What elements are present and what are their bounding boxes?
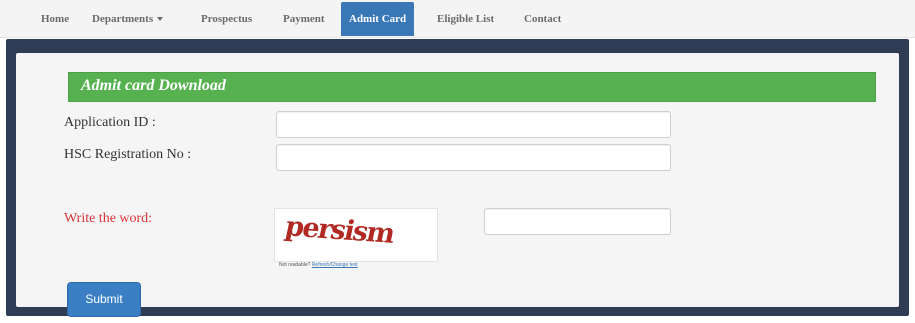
nav-item-home[interactable]: Home [41, 0, 69, 37]
nav-item-admit-card[interactable]: Admit Card [341, 2, 415, 36]
captcha-image: persism [274, 208, 438, 262]
admit-card-panel: Admit card Download Application ID : HSC… [16, 53, 899, 317]
application-id-input[interactable] [276, 111, 671, 138]
nav-item-contact[interactable]: Contact [524, 0, 561, 37]
captcha-word: persism [282, 211, 397, 250]
nav-item-eligible-list[interactable]: Eligible List [437, 0, 494, 37]
content-frame-border: Admit card Download Application ID : HSC… [6, 39, 909, 317]
panel-heading: Admit card Download [68, 72, 876, 102]
captcha-label: Write the word: [64, 211, 153, 226]
captcha-refresh-link[interactable]: Refresh/Change text [312, 262, 358, 268]
panel-title: Admit card Download [81, 77, 226, 94]
nav-item-departments[interactable]: Departments [92, 0, 164, 37]
captcha-help: Not readable? Refresh/Change text [279, 262, 358, 268]
submit-button[interactable]: Submit [67, 282, 141, 317]
chevron-down-icon [157, 17, 164, 22]
application-id-label: Application ID : [64, 115, 156, 130]
captcha-answer-input[interactable] [484, 208, 671, 235]
top-navbar: Home Departments Prospectus Payment Admi… [0, 0, 915, 38]
captcha-help-text: Not readable? [279, 262, 311, 268]
hsc-registration-label: HSC Registration No : [64, 147, 192, 162]
nav-item-departments-label: Departments [92, 13, 154, 25]
nav-item-payment[interactable]: Payment [283, 0, 325, 37]
hsc-registration-input[interactable] [276, 144, 671, 171]
nav-item-prospectus[interactable]: Prospectus [201, 0, 252, 37]
content-frame: Admit card Download Application ID : HSC… [0, 39, 915, 323]
